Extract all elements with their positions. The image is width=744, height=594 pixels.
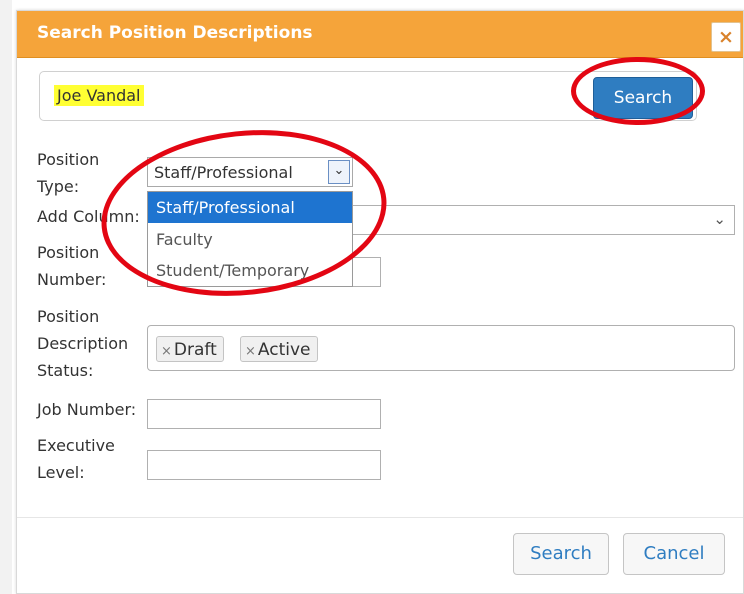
position-number-label-line1: Position	[37, 243, 100, 262]
status-tag-label: Active	[257, 340, 311, 360]
job-number-field[interactable]	[147, 399, 381, 429]
status-label-line1: Position	[37, 307, 100, 326]
annotation-circle-search	[571, 57, 705, 125]
search-input-value: Joe Vandal	[54, 85, 144, 106]
status-tag-label: Draft	[173, 340, 217, 360]
status-label-line3: Status:	[37, 361, 94, 380]
footer-search-button[interactable]: Search	[513, 533, 609, 575]
status-tag-draft[interactable]: × Draft	[156, 336, 224, 362]
position-number-label-line2: Number:	[37, 270, 107, 289]
dialog-titlebar: Search Position Descriptions ×	[17, 11, 743, 58]
position-type-label-line1: Position	[37, 150, 100, 169]
executive-level-label-line1: Executive	[37, 436, 115, 455]
dialog-title: Search Position Descriptions	[37, 23, 313, 43]
chevron-down-icon: ⌄	[713, 210, 726, 228]
status-label-line2: Description	[37, 334, 129, 353]
remove-icon[interactable]: ×	[245, 344, 256, 359]
background-page-strip	[0, 0, 12, 594]
status-tag-active[interactable]: × Active	[240, 336, 318, 362]
cancel-button[interactable]: Cancel	[623, 533, 725, 575]
job-number-label: Job Number:	[37, 400, 137, 419]
executive-level-field[interactable]	[147, 450, 381, 480]
executive-level-label-line2: Level:	[37, 463, 85, 482]
footer-divider	[17, 517, 743, 518]
position-type-label-line2: Type:	[37, 177, 80, 196]
status-multiselect[interactable]: × Draft × Active	[147, 325, 735, 371]
close-button[interactable]: ×	[711, 22, 741, 52]
close-icon: ×	[718, 26, 734, 48]
remove-icon[interactable]: ×	[161, 344, 172, 359]
